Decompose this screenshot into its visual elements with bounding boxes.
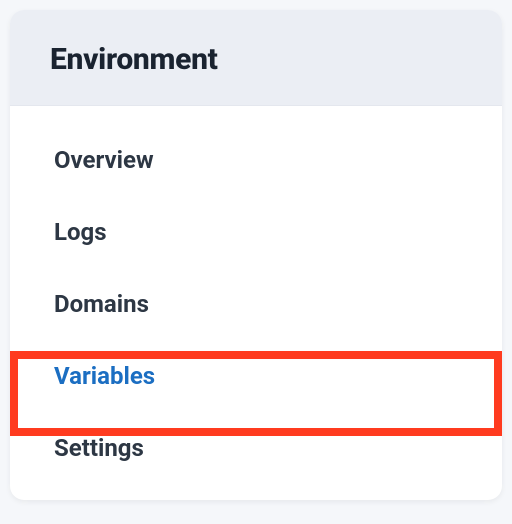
nav-item-domains[interactable]: Domains xyxy=(10,268,502,340)
nav-item-settings[interactable]: Settings xyxy=(10,412,502,484)
panel-header: Environment xyxy=(10,10,502,106)
panel-title: Environment xyxy=(50,42,462,77)
nav-item-overview[interactable]: Overview xyxy=(10,124,502,196)
environment-panel: Environment Overview Logs Domains Variab… xyxy=(10,10,502,500)
nav-item-logs[interactable]: Logs xyxy=(10,196,502,268)
environment-nav: Overview Logs Domains Variables Settings xyxy=(10,106,502,500)
nav-item-variables[interactable]: Variables xyxy=(10,340,502,412)
